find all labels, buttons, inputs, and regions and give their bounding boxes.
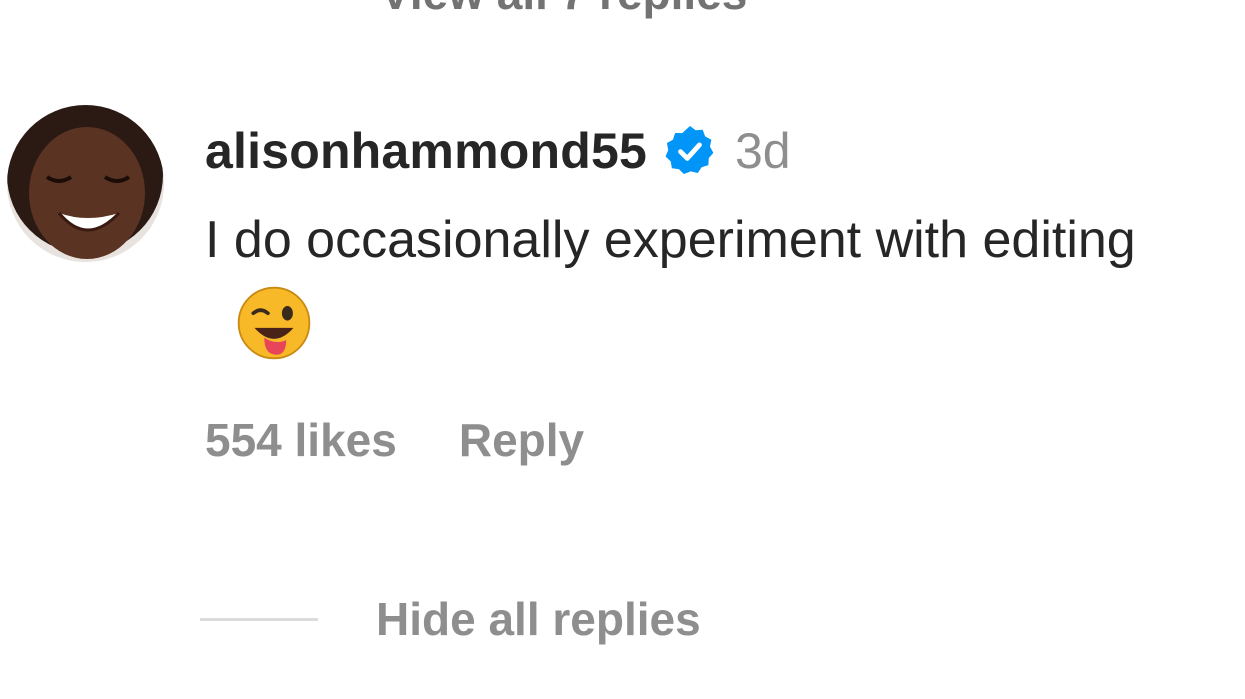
verified-badge-icon (663, 124, 717, 178)
comment: alisonhammond55 3d I do occasionally exp… (205, 110, 1235, 467)
replies-divider (200, 617, 318, 621)
comment-text-container: I do occasionally experiment with editin… (205, 196, 1235, 377)
timestamp: 3d (735, 123, 791, 179)
winking-face-with-tongue-icon (235, 284, 313, 362)
view-all-replies-link[interactable]: View all 7 replies (380, 0, 747, 20)
reply-button[interactable]: Reply (459, 413, 584, 467)
likes-count[interactable]: 554 likes (205, 413, 397, 467)
hide-all-replies-button[interactable]: Hide all replies (376, 592, 701, 646)
username-link[interactable]: alisonhammond55 (205, 122, 647, 180)
comment-text: I do occasionally experiment with editin… (205, 211, 1136, 269)
hide-replies-row[interactable]: Hide all replies (200, 592, 701, 646)
comment-header: alisonhammond55 3d (205, 110, 1235, 192)
avatar-image (7, 105, 164, 262)
comment-actions: 554 likes Reply (205, 413, 1235, 467)
avatar[interactable] (7, 105, 164, 262)
